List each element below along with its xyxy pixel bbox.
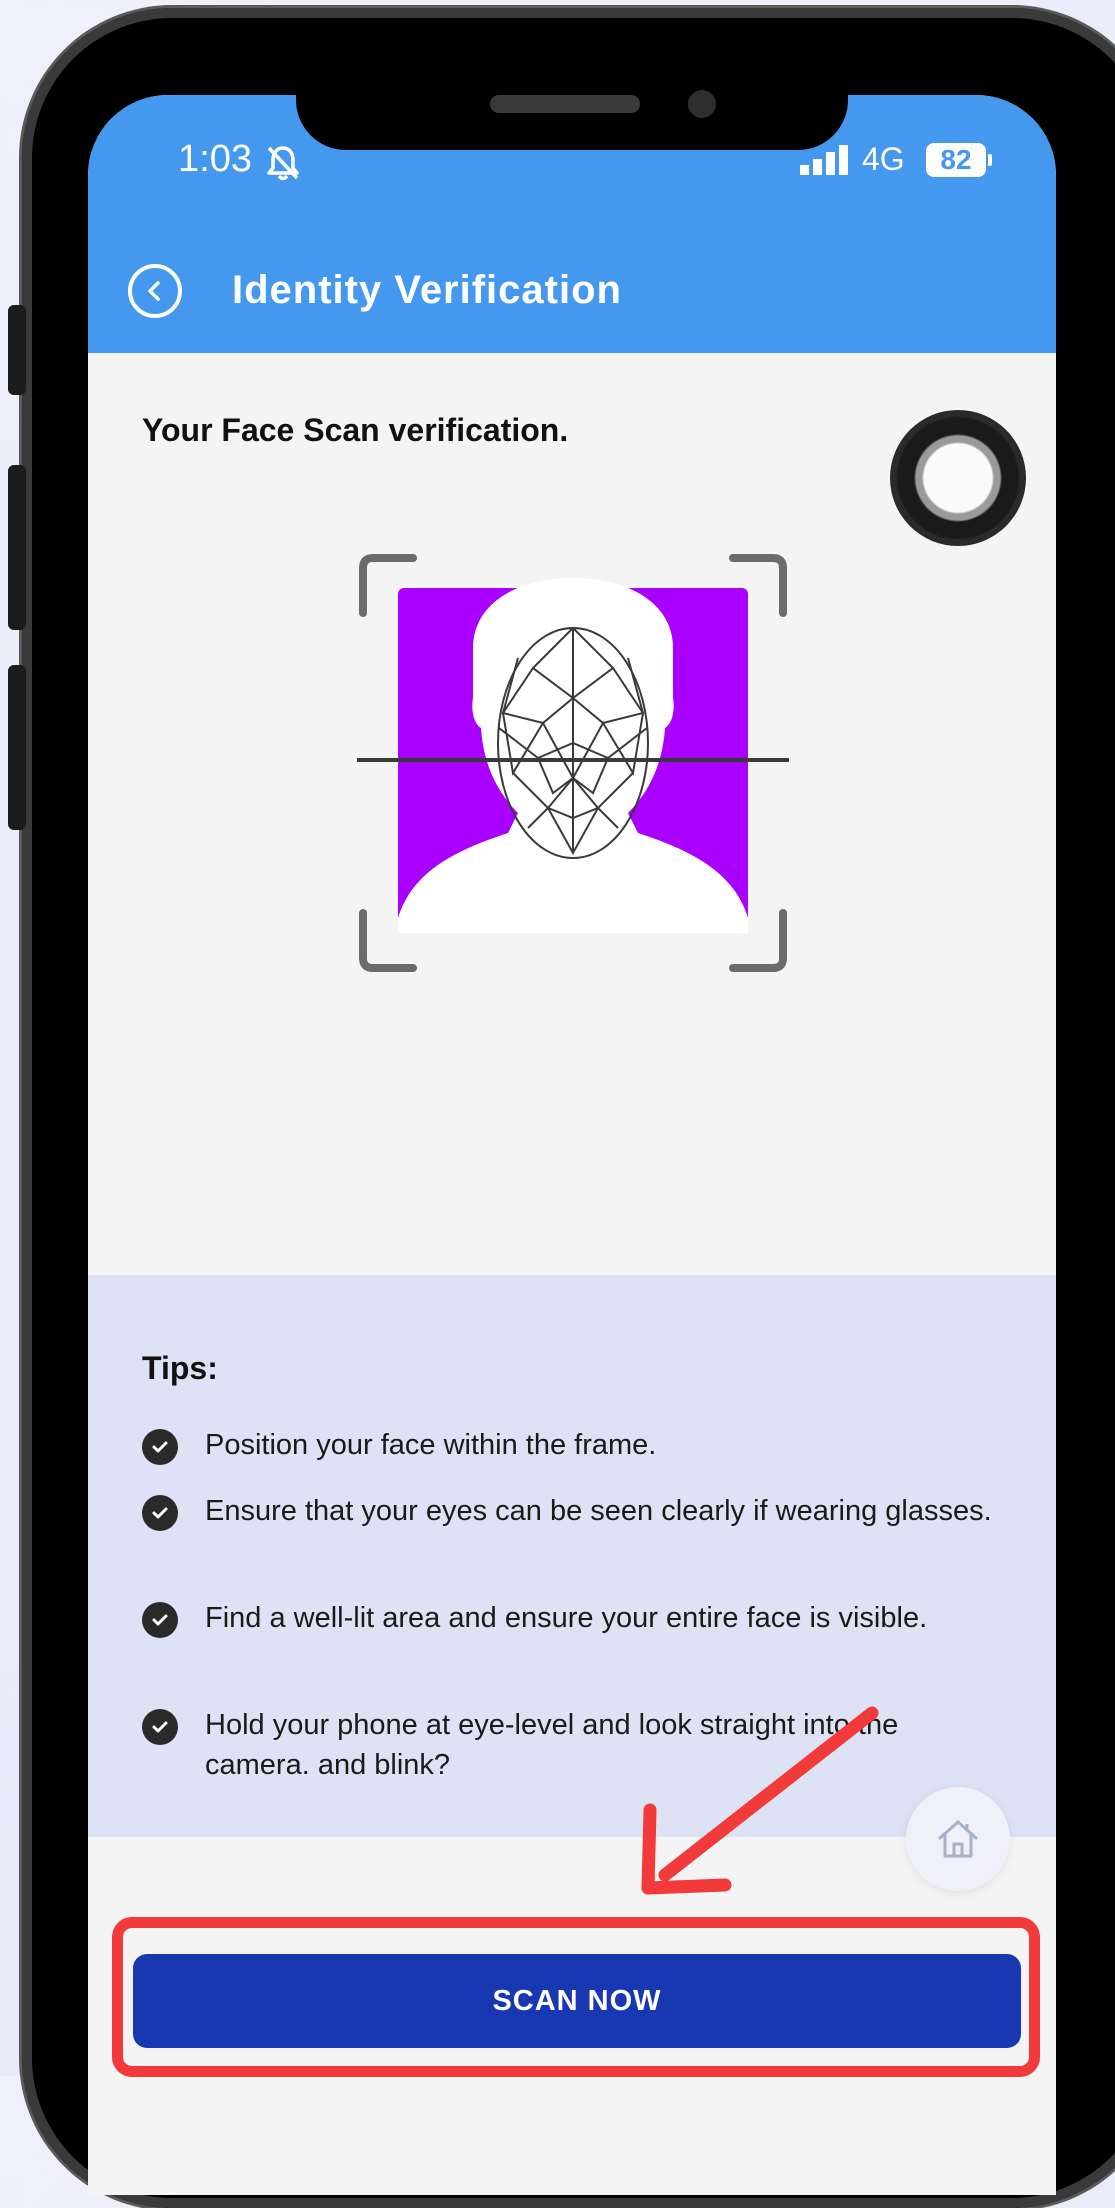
battery-indicator: 82	[926, 143, 986, 177]
volume-up-button	[8, 465, 26, 630]
check-icon	[142, 1495, 178, 1531]
check-icon	[142, 1709, 178, 1745]
home-button[interactable]	[906, 1787, 1010, 1891]
tip-text: Ensure that your eyes can be seen clearl…	[205, 1495, 992, 1527]
assistive-touch-button[interactable]	[890, 410, 1026, 546]
screen	[88, 95, 1056, 2195]
speaker-grille	[490, 95, 640, 113]
check-icon	[142, 1602, 178, 1638]
highlight-box	[112, 1917, 1040, 2077]
check-icon	[142, 1429, 178, 1465]
status-time: 1:03	[178, 138, 252, 180]
face-scan-heading: Your Face Scan verification.	[142, 412, 569, 448]
signal-icon	[800, 145, 848, 175]
home-icon	[938, 1820, 978, 1858]
mute-switch	[8, 305, 26, 395]
tip-text: Position your face within the frame.	[205, 1429, 657, 1461]
tips-title: Tips:	[142, 1350, 218, 1386]
volume-down-button	[8, 665, 26, 830]
tip-text: Hold your phone at eye-level and look st…	[205, 1709, 899, 1781]
page-title: Identity Verification	[232, 268, 622, 312]
bell-muted-icon	[267, 146, 299, 181]
back-button[interactable]	[128, 264, 182, 318]
battery-tip	[988, 154, 992, 166]
network-type: 4G	[862, 141, 905, 177]
back-icon	[148, 281, 160, 301]
front-camera	[688, 90, 716, 118]
face-scan-illustration	[357, 554, 789, 972]
tip-text: Find a well-lit area and ensure your ent…	[205, 1602, 928, 1634]
